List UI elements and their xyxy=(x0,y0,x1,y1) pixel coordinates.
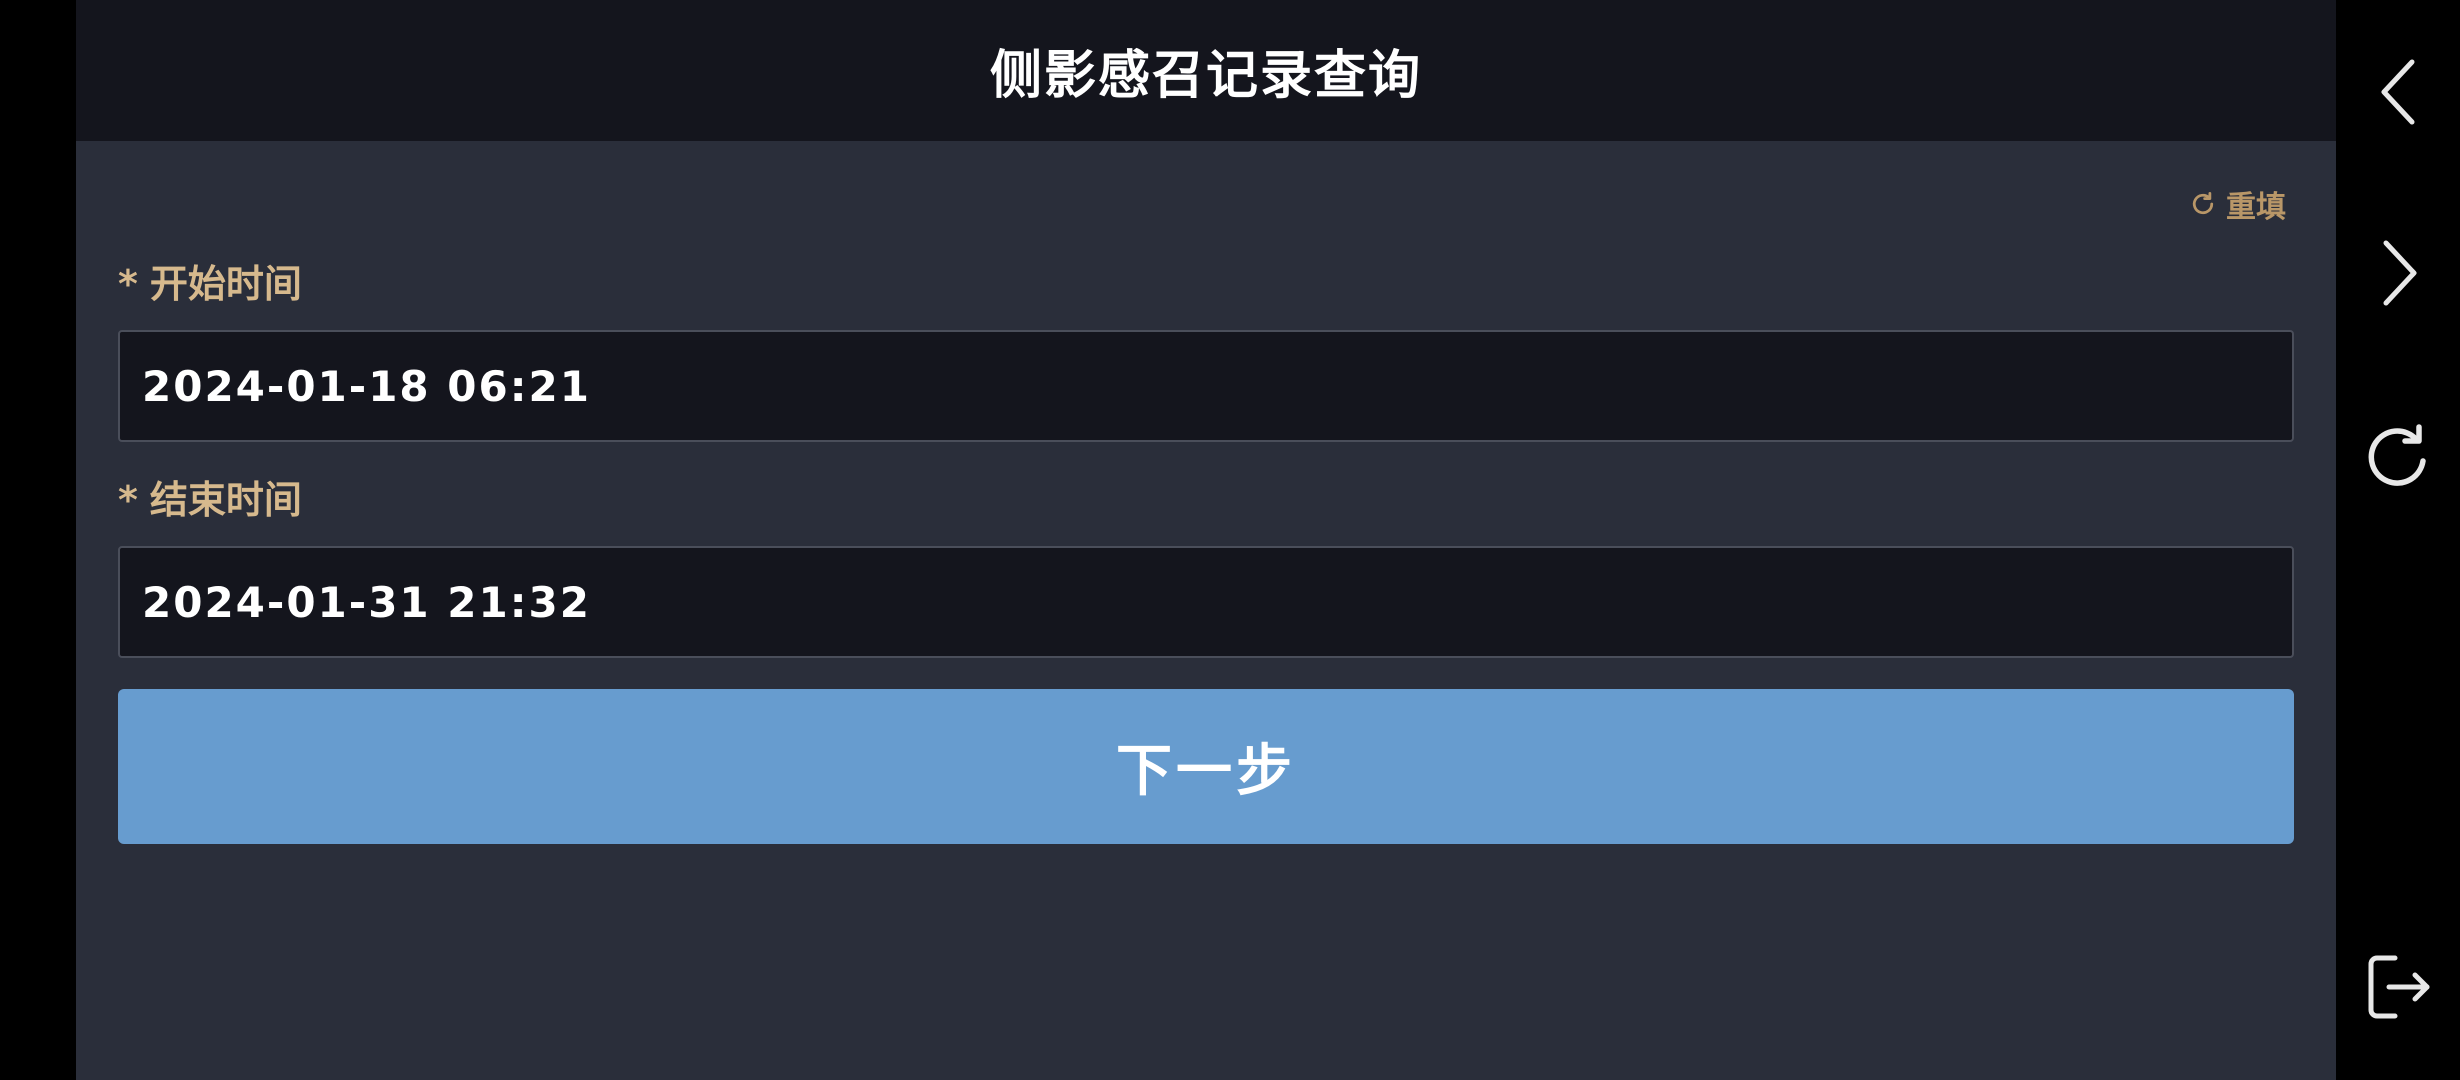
navigation-bar xyxy=(2336,0,2460,1080)
end-time-label-text: 结束时间 xyxy=(149,478,302,522)
end-time-input[interactable]: 2024-01-31 21:32 xyxy=(118,546,2294,658)
header: 侧影感召记录查询 xyxy=(76,0,2336,141)
start-time-value: 2024-01-18 06:21 xyxy=(142,361,591,411)
end-time-value: 2024-01-31 21:32 xyxy=(142,577,591,627)
reset-label: 重填 xyxy=(2226,190,2286,225)
chevron-left-icon xyxy=(2381,59,2415,125)
refresh-button[interactable] xyxy=(2336,408,2460,508)
start-time-input[interactable]: 2024-01-18 06:21 xyxy=(118,330,2294,442)
start-time-label-text: 开始时间 xyxy=(149,262,302,306)
required-mark: * xyxy=(118,478,138,522)
chevron-right-icon xyxy=(2383,240,2417,306)
next-button-label: 下一步 xyxy=(1116,739,1296,804)
exit-icon xyxy=(2368,955,2430,1019)
forward-button[interactable] xyxy=(2336,223,2460,323)
exit-button[interactable] xyxy=(2336,937,2460,1037)
refresh-icon xyxy=(2368,424,2426,486)
required-mark: * xyxy=(118,262,138,306)
app-window: 侧影感召记录查询 重填 * 开始时间 2024-01-18 06:21 * 结束时间… xyxy=(76,0,2336,1080)
start-time-label: * 开始时间 xyxy=(118,253,302,308)
back-button[interactable] xyxy=(2336,42,2460,142)
refresh-icon xyxy=(2192,192,2214,215)
end-time-label: * 结束时间 xyxy=(118,469,302,524)
next-button[interactable]: 下一步 xyxy=(118,689,2294,844)
reset-button[interactable]: 重填 xyxy=(2188,182,2286,226)
left-edge xyxy=(0,0,76,1080)
page-title: 侧影感召记录查询 xyxy=(989,46,1422,106)
